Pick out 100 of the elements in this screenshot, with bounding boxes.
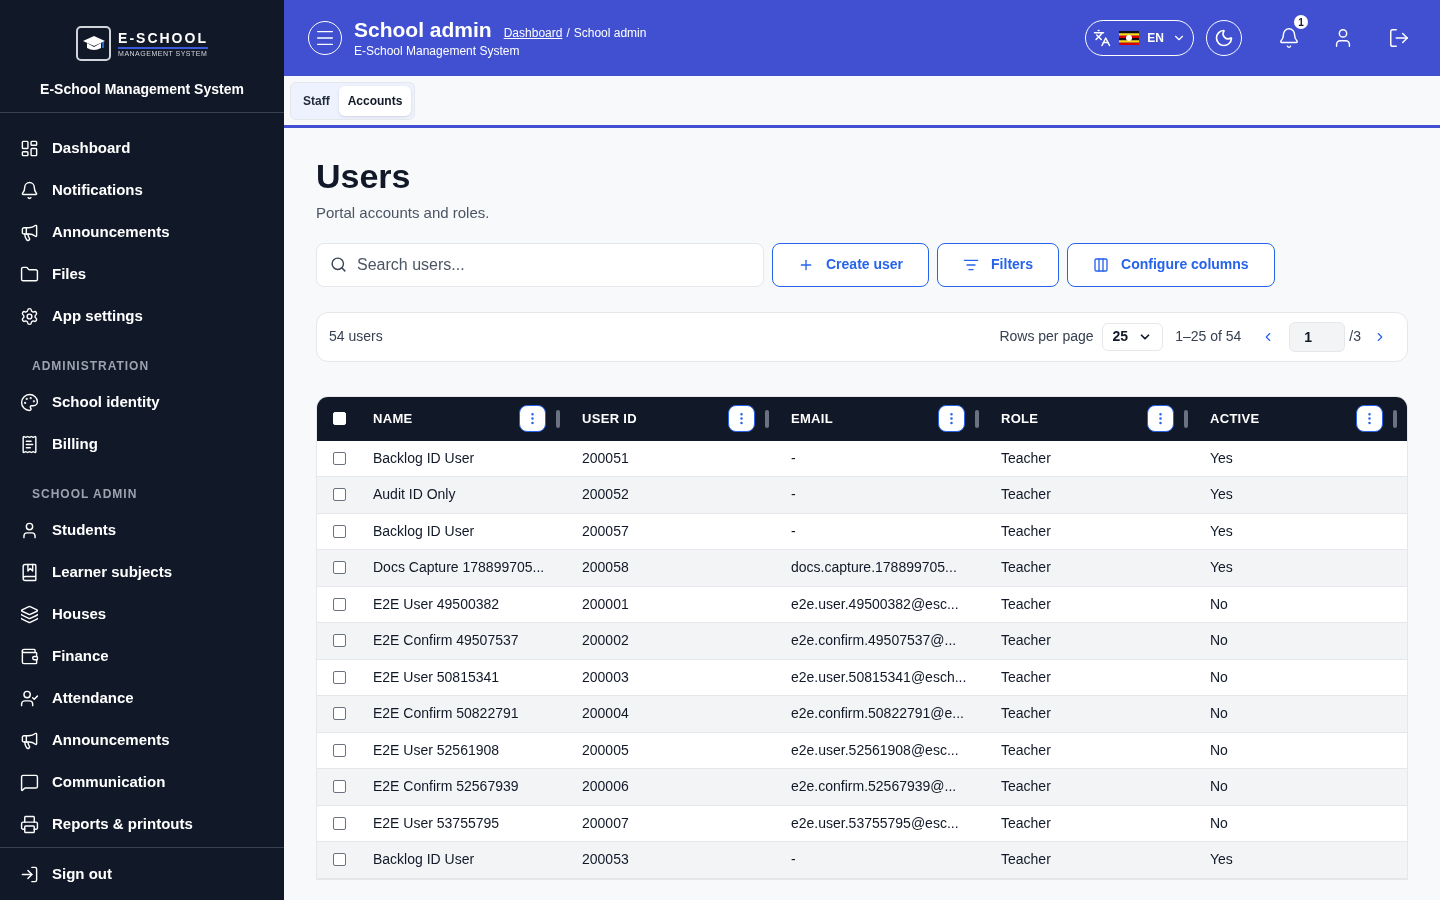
column-resize-handle[interactable] (765, 409, 769, 428)
logout-button[interactable] (1388, 27, 1410, 49)
nav-icon (20, 520, 39, 540)
breadcrumb-separator: / (566, 25, 570, 42)
table-cell: e2e.user.50815341@esch... (791, 668, 967, 685)
toolbar-button[interactable]: Configure columns (1067, 242, 1275, 287)
table-cell: Teacher (1001, 668, 1051, 685)
table-cell: E2E User 52561908 (373, 741, 500, 758)
table-cell: Teacher (1001, 595, 1051, 612)
nav-item[interactable]: Reports & printouts (8, 805, 276, 843)
table-cell: No (1210, 778, 1228, 795)
table-cell: Yes (1210, 486, 1233, 503)
table-cell: Docs Capture 178899705... (373, 559, 545, 576)
column-menu-button[interactable] (519, 405, 546, 432)
table-cell: E2E Confirm 52567939 (373, 778, 519, 795)
nav-item[interactable]: Houses (8, 595, 276, 633)
page-title: Users (316, 156, 412, 196)
column-menu-button[interactable] (938, 405, 965, 432)
table-cell: No (1210, 668, 1228, 685)
page-number-field[interactable]: 1 (1289, 321, 1346, 352)
nav-item[interactable]: Students (8, 511, 276, 549)
nav-icon (20, 222, 39, 242)
nav-item[interactable]: Attendance (8, 679, 276, 717)
column-menu-button[interactable] (1356, 405, 1383, 432)
column-resize-handle[interactable] (1393, 409, 1397, 428)
breadcrumb-current: School admin (573, 25, 647, 42)
page-range: 1–25 of 54 (1175, 327, 1242, 346)
checkbox[interactable] (332, 524, 346, 538)
table-cell: No (1210, 632, 1228, 649)
checkbox[interactable] (332, 707, 346, 721)
column-header[interactable]: EMAIL (791, 408, 833, 429)
table-cell: Teacher (1001, 705, 1051, 722)
checkbox[interactable] (332, 670, 346, 684)
table-cell: Teacher (1001, 778, 1051, 795)
nav-item[interactable]: Announcements (8, 213, 276, 251)
column-menu-button[interactable] (1147, 405, 1174, 432)
rows-per-page-select[interactable]: 25 (1101, 322, 1164, 351)
table-cell: Yes (1210, 559, 1233, 576)
table-cell: e2e.confirm.49507537@... (791, 632, 957, 649)
checkbox[interactable] (332, 743, 346, 757)
breadcrumb-link[interactable]: Dashboard (503, 24, 563, 42)
table-cell: e2e.user.52561908@esc... (791, 741, 959, 758)
toolbar-button[interactable]: Create user (772, 242, 930, 287)
app-name: E-School Management System (40, 80, 244, 99)
tab[interactable]: Accounts (338, 85, 412, 116)
column-menu-button[interactable] (728, 405, 755, 432)
table-cell: No (1210, 595, 1228, 612)
column-header[interactable]: USER ID (582, 408, 637, 429)
column-resize-handle[interactable] (1184, 409, 1188, 428)
nav-icon (20, 772, 39, 792)
table-cell: 200001 (582, 595, 629, 612)
nav-item[interactable]: Communication (8, 763, 276, 801)
table-cell: Backlog ID User (373, 449, 475, 466)
nav-icon (20, 138, 39, 158)
column-resize-handle[interactable] (556, 409, 560, 428)
nav-icon (20, 730, 39, 750)
table-cell: E2E Confirm 49507537 (373, 632, 519, 649)
checkbox[interactable] (332, 451, 346, 465)
checkbox[interactable] (332, 634, 346, 648)
nav-item[interactable]: Billing (8, 425, 276, 463)
nav-item[interactable]: Announcements (8, 721, 276, 759)
nav-item[interactable]: School identity (8, 383, 276, 421)
table-cell: Backlog ID User (373, 851, 475, 868)
column-resize-handle[interactable] (975, 409, 979, 428)
nav-item[interactable]: App settings (8, 297, 276, 335)
nav-item[interactable]: Notifications (8, 171, 276, 209)
table-cell: Yes (1210, 851, 1233, 868)
nav-icon (20, 392, 39, 412)
table-cell: 200005 (582, 741, 629, 758)
checkbox[interactable] (332, 780, 346, 794)
tab[interactable]: Staff (294, 85, 339, 116)
nav-item[interactable]: Finance (8, 637, 276, 675)
button-icon (1093, 256, 1110, 273)
nav-icon (20, 180, 39, 200)
column-header[interactable]: ACTIVE (1210, 408, 1260, 429)
toolbar-button[interactable]: Filters (937, 242, 1060, 287)
rows-per-page-label: Rows per page (999, 327, 1094, 346)
nav-item[interactable]: Dashboard (8, 129, 276, 167)
table-cell: No (1210, 741, 1228, 758)
table-cell: 200053 (582, 851, 629, 868)
section-heading: SCHOOL ADMIN (31, 486, 139, 503)
checkbox[interactable] (332, 597, 346, 611)
table-cell: - (791, 449, 796, 466)
column-header[interactable]: ROLE (1001, 408, 1039, 429)
checkbox[interactable] (332, 561, 346, 575)
section-heading: ADMINISTRATION (31, 358, 151, 375)
table-cell: 200007 (582, 814, 629, 831)
nav-item[interactable]: Learner subjects (8, 553, 276, 591)
column-header[interactable]: NAME (373, 408, 413, 429)
table-cell: Teacher (1001, 486, 1051, 503)
user-count: 54 users (329, 327, 383, 346)
table-cell: Teacher (1001, 632, 1051, 649)
checkbox[interactable] (332, 488, 346, 502)
checkbox[interactable] (332, 853, 346, 867)
nav-item[interactable]: Files (8, 255, 276, 293)
table-cell: e2e.confirm.50822791@e... (791, 705, 964, 722)
checkbox[interactable] (332, 816, 346, 830)
table-cell: 200058 (582, 559, 629, 576)
sign-out-link[interactable]: Sign out (8, 862, 276, 886)
search-field[interactable]: Search users... (316, 242, 764, 287)
